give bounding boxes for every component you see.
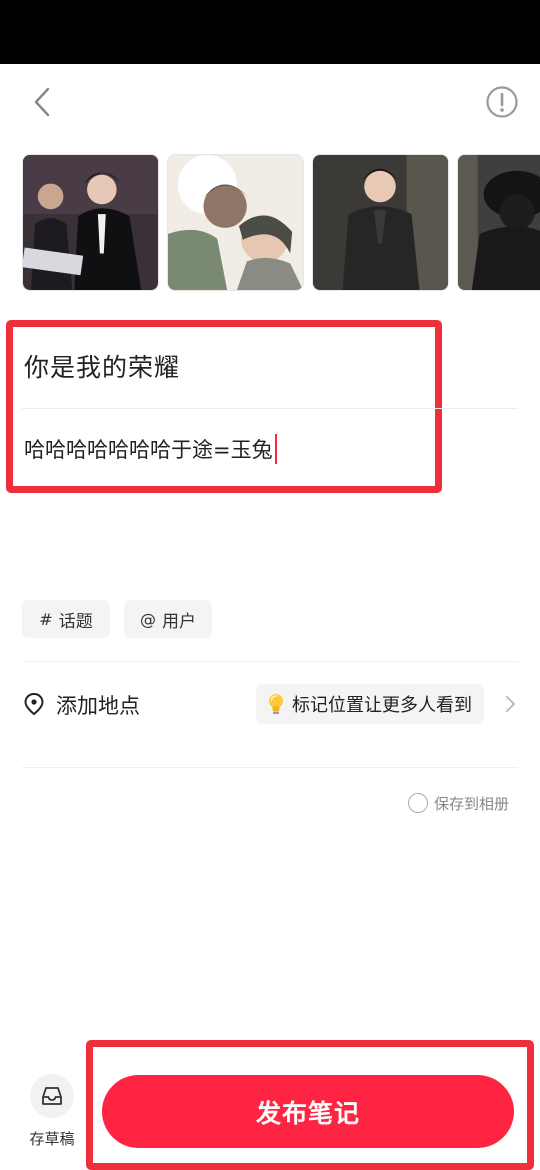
note-body-input[interactable]: 哈哈哈哈哈哈哈于途=玉兔 (24, 434, 277, 464)
back-button[interactable] (22, 82, 62, 122)
image-thumbnail-3[interactable] (312, 154, 449, 291)
info-button[interactable] (484, 84, 520, 120)
location-hint-badge[interactable]: 标记位置让更多人看到 (256, 684, 484, 724)
save-draft-button[interactable]: 存草稿 (22, 1074, 82, 1154)
user-label: 用户 (162, 611, 196, 632)
at-icon: @ (140, 609, 156, 629)
back-chevron-icon (34, 87, 50, 117)
divider (22, 661, 518, 662)
photo-4 (458, 155, 540, 290)
note-title-input[interactable]: 你是我的荣耀 (24, 348, 180, 384)
image-thumbnail-4[interactable] (457, 154, 540, 291)
image-thumbnail-1[interactable] (22, 154, 159, 291)
topic-label: 话题 (58, 611, 93, 632)
image-thumbnail-2[interactable] (167, 154, 304, 291)
add-location-label: 添加地点 (56, 694, 140, 718)
chevron-right-icon (506, 696, 515, 712)
photo-1 (23, 155, 158, 290)
note-body-text: 哈哈哈哈哈哈哈于途=玉兔 (24, 438, 273, 462)
photo-3 (313, 155, 448, 290)
image-strip (22, 154, 540, 291)
location-pin-icon (24, 692, 44, 716)
save-to-album-label: 保存到相册 (434, 794, 510, 813)
publish-note-button[interactable]: 发布笔记 (102, 1075, 514, 1148)
add-topic-button[interactable]: # 话题 (22, 600, 110, 638)
highlight-frame-text (6, 320, 442, 493)
divider (22, 767, 518, 768)
save-to-album-radio[interactable] (408, 793, 428, 813)
draft-icon-circle (30, 1074, 74, 1118)
mention-user-button[interactable]: @ 用户 (124, 600, 212, 638)
location-hint-text: 标记位置让更多人看到 (292, 695, 472, 716)
add-location-row[interactable]: 添加地点 标记位置让更多人看到 (22, 680, 522, 728)
title-divider (22, 408, 518, 409)
status-bar (0, 0, 540, 64)
photo-2 (168, 155, 303, 290)
save-draft-label: 存草稿 (29, 1130, 75, 1148)
text-cursor (274, 434, 277, 464)
lightbulb-icon (269, 694, 283, 714)
inbox-tray-icon (42, 1087, 62, 1105)
info-icon (486, 86, 518, 118)
save-to-album-option[interactable]: 保存到相册 (408, 791, 509, 815)
hash-icon: # (39, 609, 53, 629)
